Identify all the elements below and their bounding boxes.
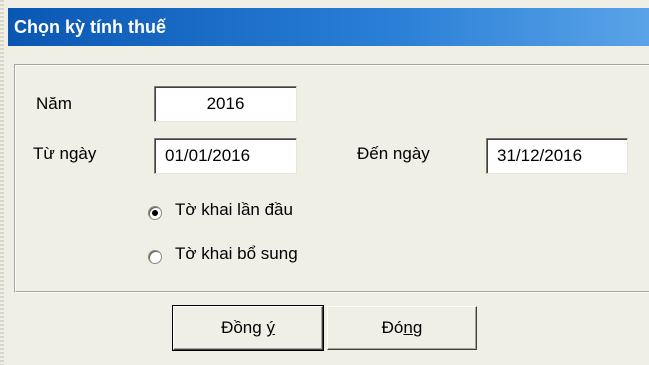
close-button-label-post: g xyxy=(412,318,423,337)
to-date-label: Đến ngày xyxy=(357,144,430,163)
radio-unselected-icon[interactable] xyxy=(148,250,162,264)
to-date-input[interactable]: 31/12/2016 xyxy=(486,138,628,174)
from-date-input[interactable]: 01/01/2016 xyxy=(154,138,297,174)
ok-button-mnemonic: ý xyxy=(266,318,275,337)
dialog-title-bar: Chọn kỳ tính thuế xyxy=(8,8,649,46)
ok-button-label: Đồng xyxy=(221,318,267,337)
close-button-mnemonic: n xyxy=(403,318,413,337)
radio-first-declaration-label[interactable]: Tờ khai lần đầu xyxy=(175,200,293,220)
year-label: Năm xyxy=(36,94,72,113)
close-button-label-pre: Đó xyxy=(381,318,404,337)
radio-selected-icon[interactable] xyxy=(148,206,162,220)
form-panel-inner xyxy=(15,65,649,292)
close-button[interactable]: Đóng xyxy=(327,306,477,350)
year-input[interactable]: 2016 xyxy=(154,86,297,122)
radio-supplementary-declaration-label[interactable]: Tờ khai bổ sung xyxy=(175,244,298,264)
window-left-edge xyxy=(0,0,4,365)
ok-button[interactable]: Đồng ý xyxy=(172,305,324,351)
from-date-label: Từ ngày xyxy=(33,144,97,163)
dialog-title: Chọn kỳ tính thuế xyxy=(14,17,166,37)
